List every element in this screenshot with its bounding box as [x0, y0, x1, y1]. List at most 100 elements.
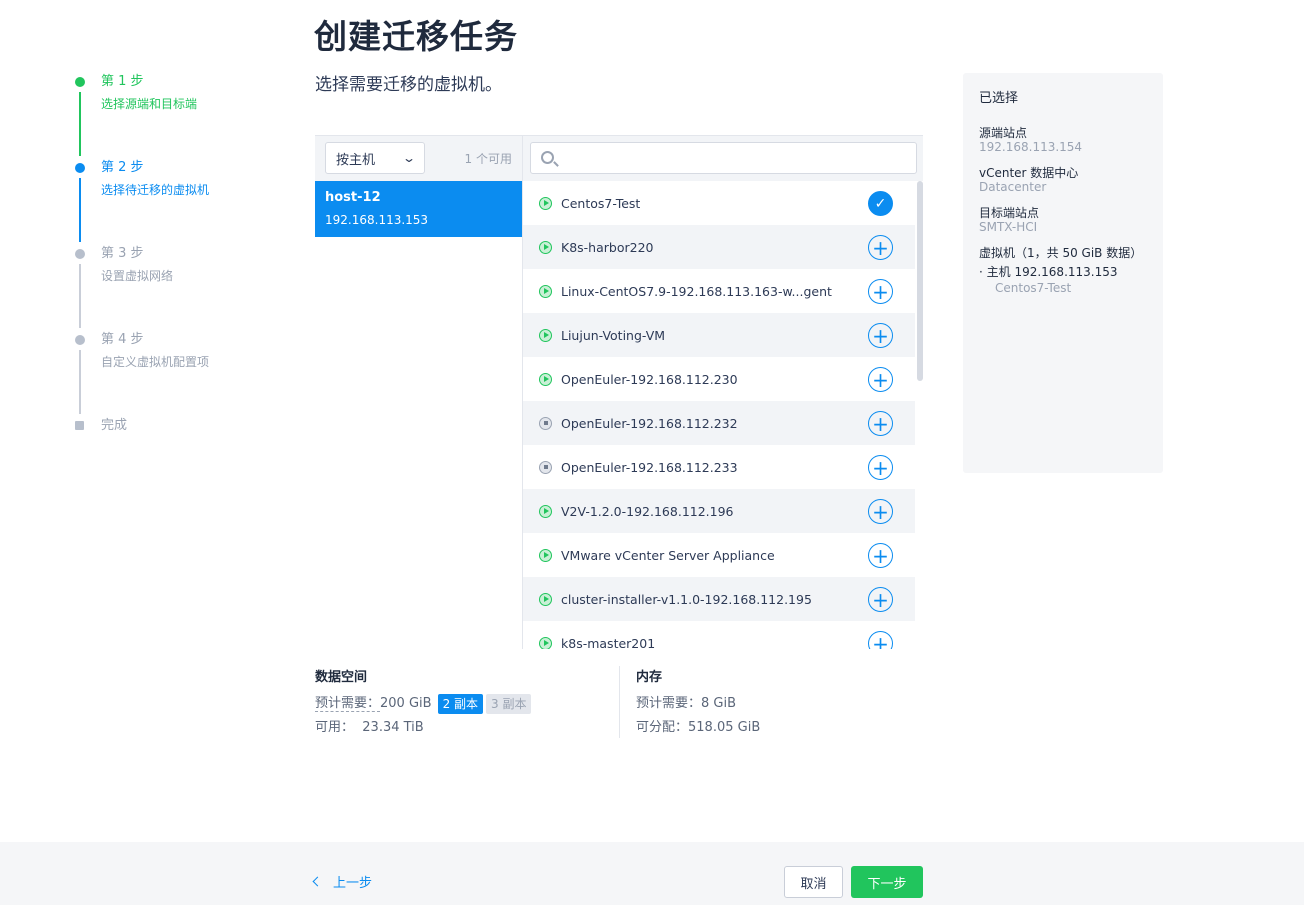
memory-required-value: 8 GiB: [701, 696, 737, 711]
summary-heading: 已选择: [979, 91, 1019, 106]
vm-name: K8s-harbor220: [561, 239, 654, 255]
memory-summary: 内存 预计需要：8 GiB 可分配：518.05 GiB: [636, 668, 760, 740]
data-space-required-line: 预计需要：200 GiB 2 副本 3 副本: [315, 692, 532, 716]
add-icon[interactable]: +: [868, 499, 893, 524]
vm-name: cluster-installer-v1.1.0-192.168.112.195: [561, 591, 812, 607]
step-square-icon: [75, 421, 84, 430]
vm-running-icon: [539, 592, 552, 606]
step-title: 完成: [101, 418, 128, 433]
next-button[interactable]: 下一步: [851, 866, 923, 898]
step-desc: 设置虚拟网络: [101, 269, 174, 283]
vm-list-item[interactable]: OpenEuler-192.168.112.230 +: [523, 357, 915, 401]
page-subtitle: 选择需要迁移的虚拟机。: [315, 75, 502, 95]
vm-name: V2V-1.2.0-192.168.112.196: [561, 503, 734, 519]
group-by-value: 按主机: [336, 152, 376, 168]
vm-name: Linux-CentOS7.9-192.168.113.163-w...gent: [561, 283, 832, 299]
vm-list-item[interactable]: K8s-harbor220 +: [523, 225, 915, 269]
check-icon[interactable]: ✓: [868, 191, 893, 216]
chevron-left-icon: [312, 876, 323, 887]
add-icon[interactable]: +: [868, 543, 893, 568]
footer-bar: 上一步 取消 下一步: [0, 842, 1304, 905]
available-count: 1 个可用: [464, 152, 512, 166]
add-icon[interactable]: +: [868, 279, 893, 304]
host-pane: 按主机 ⌄ 1 个可用 host-12 192.168.113.153: [315, 136, 522, 649]
vm-list-item[interactable]: OpenEuler-192.168.112.233 +: [523, 445, 915, 489]
step-4: 第 4 步 自定义虚拟机配置项: [70, 328, 290, 414]
vm-list-item[interactable]: VMware vCenter Server Appliance +: [523, 533, 915, 577]
wizard-steps: 第 1 步 选择源端和目标端 第 2 步 选择待迁移的虚拟机 第 3 步 设置虚…: [70, 70, 290, 444]
target-site-label: 目标端站点: [979, 206, 1040, 220]
selected-summary: 已选择 源端站点 192.168.113.154 vCenter 数据中心 Da…: [963, 73, 1163, 473]
add-icon[interactable]: +: [868, 631, 893, 649]
vm-running-icon: [539, 240, 552, 254]
step-connector: [79, 92, 81, 156]
vm-stopped-icon: [539, 460, 552, 474]
resource-divider: [619, 666, 620, 738]
vcenter-value: Datacenter: [979, 180, 1047, 194]
step-dot-icon: [75, 163, 85, 173]
step-dot-icon: [75, 335, 85, 345]
vm-count-label: 虚拟机（1，共 50 GiB 数据）: [979, 246, 1143, 260]
vm-list-item[interactable]: k8s-master201 +: [523, 621, 915, 649]
step-3: 第 3 步 设置虚拟网络: [70, 242, 290, 328]
data-space-available-label: 可用：: [315, 720, 355, 735]
vm-list-scrollbar[interactable]: [917, 181, 923, 381]
data-space-available-line: 可用： 23.34 TiB: [315, 716, 531, 740]
step-title: 第 1 步: [101, 74, 144, 89]
summary-host: · 主机 192.168.113.153: [979, 265, 1118, 279]
step-desc: 选择源端和目标端: [101, 97, 198, 111]
add-icon[interactable]: +: [868, 455, 893, 480]
vm-running-icon: [539, 636, 552, 649]
target-site-value: SMTX-HCI: [979, 220, 1038, 234]
data-space-available-value: 23.34 TiB: [362, 720, 424, 735]
add-icon[interactable]: +: [868, 235, 893, 260]
group-by-select[interactable]: 按主机 ⌄: [325, 142, 425, 174]
vm-list-item[interactable]: OpenEuler-192.168.112.232 +: [523, 401, 915, 445]
step-title: 第 4 步: [101, 332, 144, 347]
vm-search-box: [530, 142, 917, 174]
memory-allocatable-line: 可分配：518.05 GiB: [636, 716, 760, 740]
vm-name: VMware vCenter Server Appliance: [561, 547, 775, 563]
search-input[interactable]: [561, 147, 901, 169]
vm-list-item[interactable]: Linux-CentOS7.9-192.168.113.163-w...gent…: [523, 269, 915, 313]
memory-required-line: 预计需要：8 GiB: [636, 692, 760, 716]
add-icon[interactable]: +: [868, 587, 893, 612]
step-connector: [79, 178, 81, 242]
host-pane-toolbar: 按主机 ⌄ 1 个可用: [315, 136, 522, 181]
vm-name: OpenEuler-192.168.112.230: [561, 371, 738, 387]
memory-allocatable-label: 可分配：: [636, 720, 689, 735]
vm-name: Centos7-Test: [561, 195, 641, 211]
vm-list-item[interactable]: cluster-installer-v1.1.0-192.168.112.195…: [523, 577, 915, 621]
vm-selector-panel: 按主机 ⌄ 1 个可用 host-12 192.168.113.153 Cent…: [315, 135, 923, 649]
vm-pane: Centos7-Test ✓ K8s-harbor220 + Linux-CentOS7…: [522, 136, 923, 649]
host-list-item[interactable]: host-12 192.168.113.153: [315, 181, 522, 237]
back-button[interactable]: 上一步: [312, 872, 373, 891]
back-label: 上一步: [333, 876, 373, 891]
step-connector: [79, 350, 81, 414]
vm-running-icon: [539, 284, 552, 298]
vm-list-item[interactable]: V2V-1.2.0-192.168.112.196 +: [523, 489, 915, 533]
step-desc: 自定义虚拟机配置项: [101, 355, 210, 369]
vm-running-icon: [539, 548, 552, 562]
add-icon[interactable]: +: [868, 411, 893, 436]
vm-running-icon: [539, 196, 552, 210]
vm-stopped-icon: [539, 416, 552, 430]
step-desc: 选择待迁移的虚拟机: [101, 183, 210, 197]
vm-list-item[interactable]: Liujun-Voting-VM +: [523, 313, 915, 357]
vm-running-icon: [539, 504, 552, 518]
vcenter-label: vCenter 数据中心: [979, 166, 1079, 180]
cancel-button[interactable]: 取消: [784, 866, 843, 898]
step-connector: [79, 264, 81, 328]
replica-3-toggle[interactable]: 3 副本: [486, 693, 532, 714]
data-space-title: 数据空间: [315, 670, 368, 685]
vm-running-icon: [539, 372, 552, 386]
step-2: 第 2 步 选择待迁移的虚拟机: [70, 156, 290, 242]
vm-list-item[interactable]: Centos7-Test ✓: [523, 181, 915, 225]
memory-required-label: 预计需要：: [636, 696, 702, 711]
page-title: 创建迁移任务: [314, 17, 518, 56]
add-icon[interactable]: +: [868, 323, 893, 348]
host-ip: 192.168.113.153: [325, 213, 429, 227]
data-space-required-value: 200 GiB: [380, 696, 432, 711]
replica-2-toggle[interactable]: 2 副本: [437, 693, 484, 714]
add-icon[interactable]: +: [868, 367, 893, 392]
